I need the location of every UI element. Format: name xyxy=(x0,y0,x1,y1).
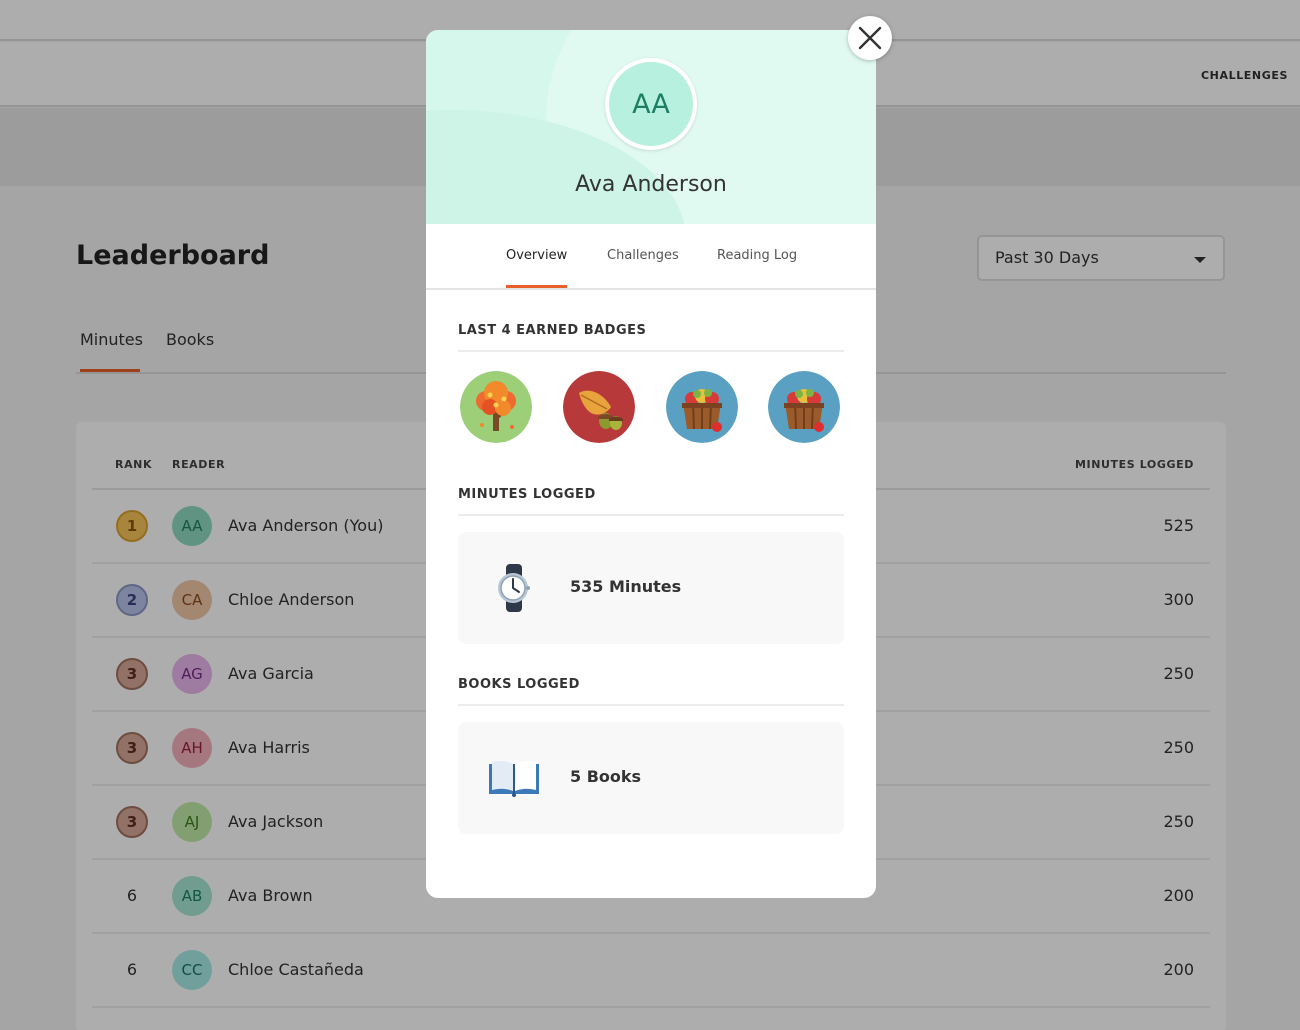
autumn-tree-badge-icon[interactable] xyxy=(460,371,532,443)
apple-basket-badge-icon[interactable] xyxy=(768,371,840,443)
close-button[interactable] xyxy=(848,16,892,60)
books-stat-card: 5 Books xyxy=(458,722,844,834)
minutes-section-title: MINUTES LOGGED xyxy=(458,487,844,516)
profile-avatar: AA xyxy=(605,58,697,150)
books-stat-value: 5 Books xyxy=(570,767,642,786)
books-section-title: BOOKS LOGGED xyxy=(458,677,844,706)
tab-reading-log[interactable]: Reading Log xyxy=(717,248,797,285)
tab-challenges[interactable]: Challenges xyxy=(607,248,679,285)
tab-overview-label: Overview xyxy=(506,248,568,263)
profile-header: AA Ava Anderson xyxy=(426,30,876,224)
stopwatch-icon xyxy=(486,560,542,616)
profile-tabs: Overview Challenges Reading Log xyxy=(426,224,876,290)
tab-reading-log-label: Reading Log xyxy=(717,248,798,263)
minutes-stat-value: 535 Minutes xyxy=(570,577,682,596)
tab-overview[interactable]: Overview xyxy=(506,248,568,288)
minutes-stat-card: 535 Minutes xyxy=(458,532,844,644)
apple-basket-badge-icon[interactable] xyxy=(666,371,738,443)
profile-modal: AA Ava Anderson Overview Challenges Read… xyxy=(426,30,876,898)
profile-name: Ava Anderson xyxy=(575,172,727,197)
oak-leaf-acorn-badge-icon[interactable] xyxy=(563,371,635,443)
open-book-icon xyxy=(486,750,542,806)
close-icon xyxy=(858,26,882,50)
badges-section-title: LAST 4 EARNED BADGES xyxy=(458,323,844,352)
tab-challenges-label: Challenges xyxy=(607,248,679,263)
